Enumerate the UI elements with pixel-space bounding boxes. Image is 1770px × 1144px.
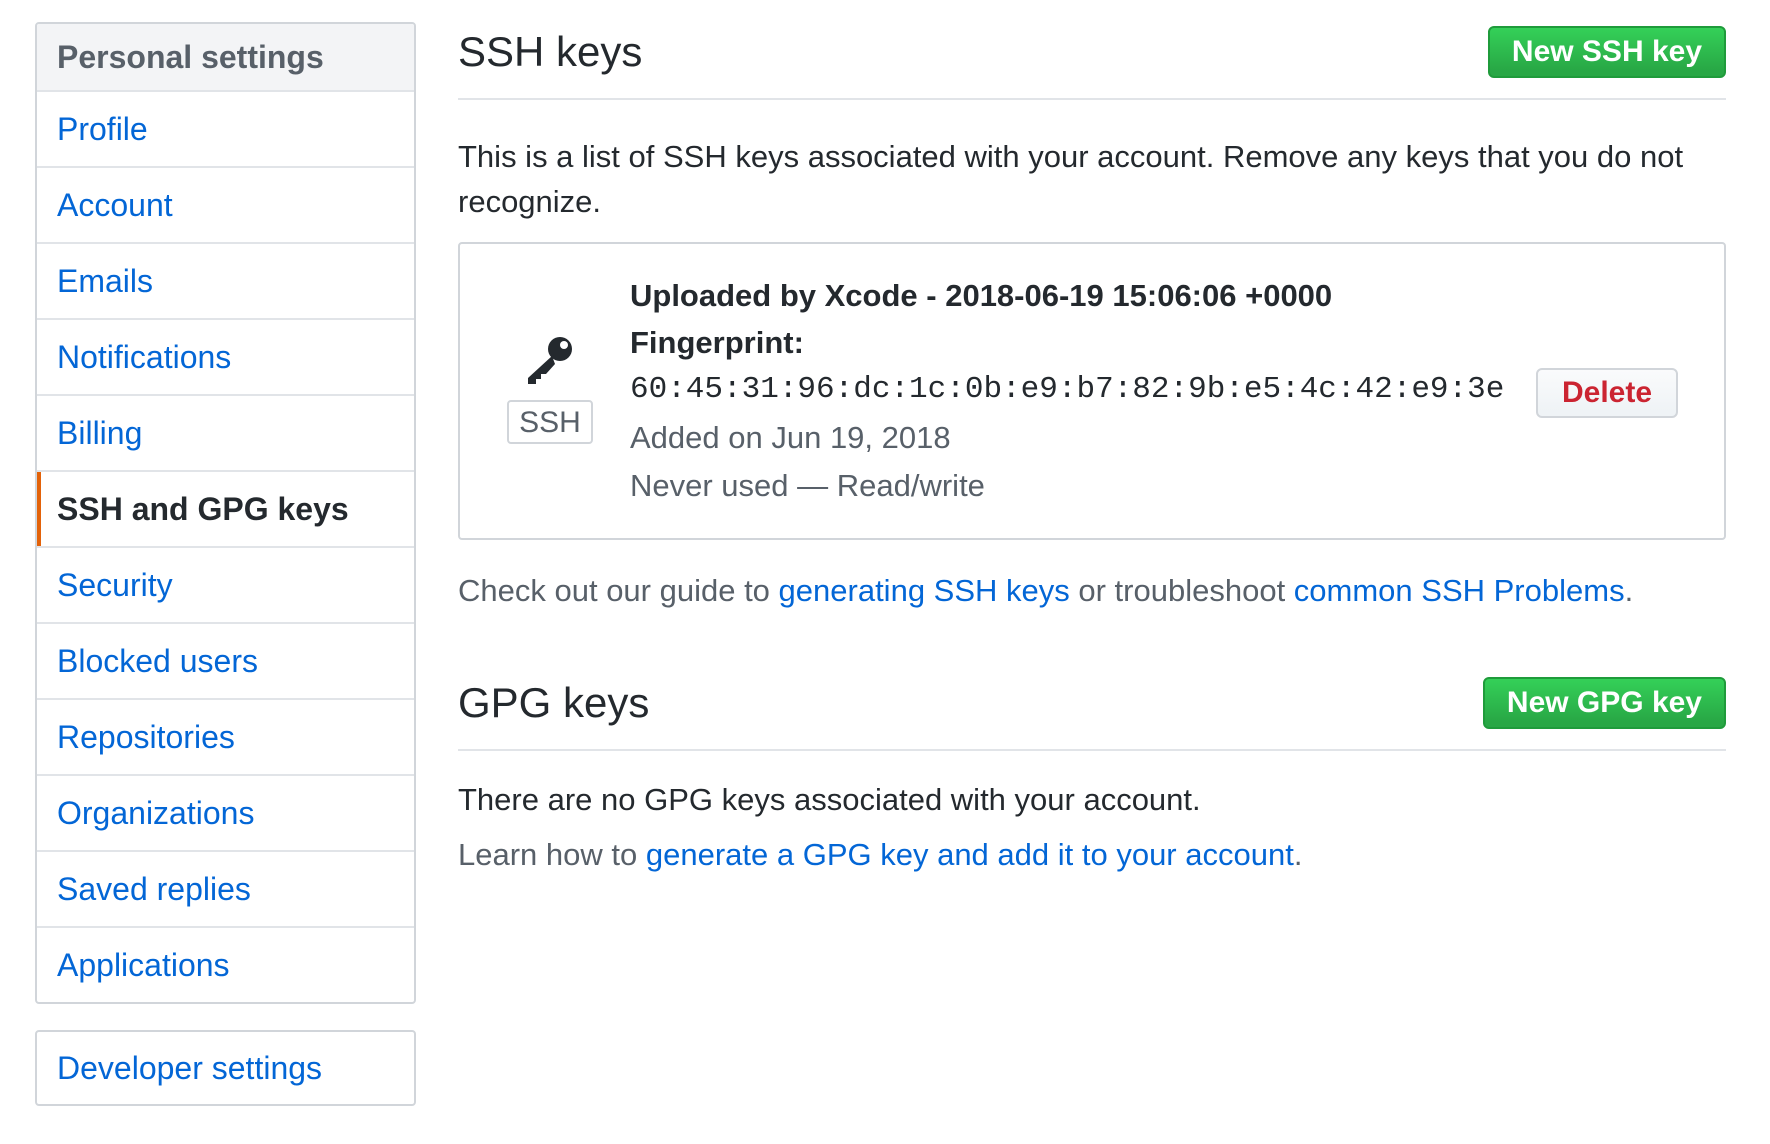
- sidebar-item-security[interactable]: Security: [37, 548, 414, 624]
- gpg-keys-section: GPG keys New GPG key There are no GPG ke…: [458, 673, 1726, 877]
- delete-ssh-key-button[interactable]: Delete: [1536, 368, 1678, 418]
- ssh-key-item: SSH Uploaded by Xcode - 2018-06-19 15:06…: [458, 242, 1726, 540]
- sidebar-item-notifications[interactable]: Notifications: [37, 320, 414, 396]
- personal-settings-menu: Personal settings Profile Account Emails…: [35, 22, 416, 1004]
- fingerprint-value: 60:45:31:96:dc:1c:0b:e9:b7:82:9b:e5:4c:4…: [630, 372, 1505, 407]
- sidebar-item-blocked-users[interactable]: Blocked users: [37, 624, 414, 700]
- menu-heading: Personal settings: [37, 24, 414, 92]
- key-details: Uploaded by Xcode - 2018-06-19 15:06:06 …: [630, 272, 1504, 510]
- sidebar-item-ssh-gpg-keys[interactable]: SSH and GPG keys: [37, 472, 414, 548]
- key-usage: Never used — Read/write: [630, 468, 985, 503]
- gpg-keys-header: GPG keys New GPG key: [458, 673, 1726, 751]
- common-ssh-problems-link[interactable]: common SSH Problems: [1294, 573, 1625, 608]
- ssh-keys-intro: This is a list of SSH keys associated wi…: [458, 139, 1684, 219]
- learn-prefix: Learn how to: [458, 837, 646, 872]
- key-added-date: Added on Jun 19, 2018: [630, 420, 951, 455]
- ssh-badge: SSH: [507, 400, 593, 444]
- sidebar-item-developer-settings[interactable]: Developer settings: [37, 1032, 414, 1104]
- sidebar-item-organizations[interactable]: Organizations: [37, 776, 414, 852]
- guide-middle: or troubleshoot: [1069, 573, 1294, 608]
- gpg-learn-text: Learn how to generate a GPG key and add …: [458, 832, 1726, 877]
- guide-suffix: .: [1624, 573, 1634, 608]
- sidebar-item-saved-replies[interactable]: Saved replies: [37, 852, 414, 928]
- gpg-empty-message: There are no GPG keys associated with yo…: [458, 782, 1201, 817]
- ssh-keys-header: SSH keys New SSH key: [458, 22, 1726, 100]
- new-ssh-key-button[interactable]: New SSH key: [1487, 26, 1726, 78]
- fingerprint-label: Fingerprint:: [630, 325, 804, 360]
- sidebar-item-repositories[interactable]: Repositories: [37, 700, 414, 776]
- guide-prefix: Check out our guide to: [458, 573, 779, 608]
- sidebar-item-applications[interactable]: Applications: [37, 928, 414, 1002]
- key-title: Uploaded by Xcode - 2018-06-19 15:06:06 …: [630, 278, 1333, 313]
- settings-page: Personal settings Profile Account Emails…: [0, 0, 1770, 1144]
- sidebar-item-billing[interactable]: Billing: [37, 396, 414, 472]
- sidebar-item-profile[interactable]: Profile: [37, 92, 414, 168]
- key-visual: SSH: [506, 334, 594, 444]
- generate-gpg-key-link[interactable]: generate a GPG key and add it to your ac…: [646, 837, 1294, 872]
- sidebar-item-account[interactable]: Account: [37, 168, 414, 244]
- sidebar-item-emails[interactable]: Emails: [37, 244, 414, 320]
- ssh-guide-text: Check out our guide to generating SSH ke…: [458, 568, 1726, 613]
- new-gpg-key-button[interactable]: New GPG key: [1482, 677, 1726, 729]
- learn-suffix: .: [1293, 837, 1303, 872]
- key-icon: [506, 334, 594, 386]
- main-content: SSH keys New SSH key This is a list of S…: [458, 22, 1726, 908]
- generating-ssh-keys-link[interactable]: generating SSH keys: [779, 573, 1070, 608]
- ssh-keys-section: SSH keys New SSH key This is a list of S…: [458, 22, 1726, 613]
- settings-sidebar: Personal settings Profile Account Emails…: [35, 22, 416, 1106]
- developer-settings-menu: Developer settings: [35, 1030, 416, 1106]
